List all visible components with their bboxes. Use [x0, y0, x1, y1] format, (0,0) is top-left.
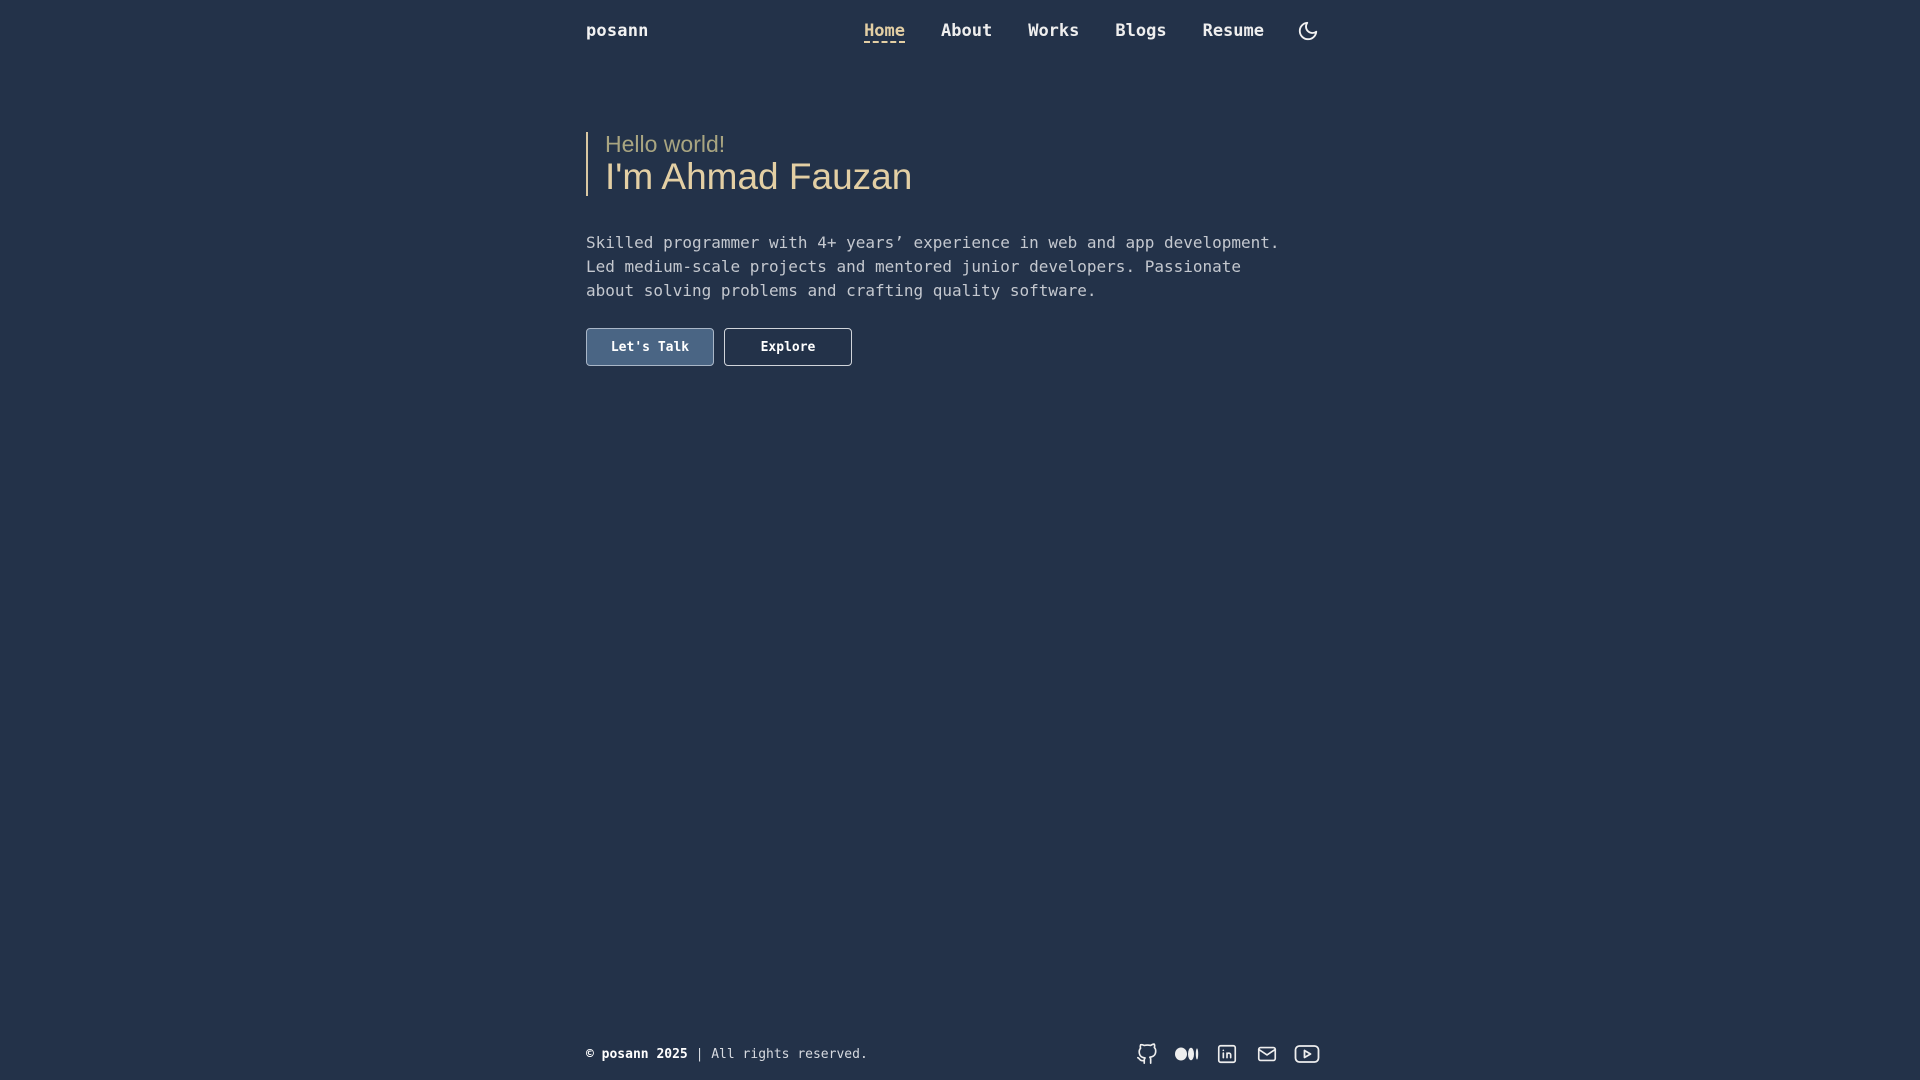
hero-intro: Skilled programmer with 4+ years’ experi…	[586, 231, 1320, 303]
copyright-brand: posann 2025	[601, 1046, 688, 1062]
nav-about[interactable]: About	[941, 21, 992, 41]
site-footer: © posann 2025 | All rights reserved.	[586, 1040, 1320, 1068]
copyright-rights: | All rights reserved.	[695, 1046, 868, 1062]
lets-talk-button[interactable]: Let's Talk	[586, 328, 714, 366]
nav-works[interactable]: Works	[1028, 21, 1079, 41]
youtube-icon[interactable]	[1294, 1041, 1320, 1067]
medium-icon[interactable]	[1174, 1041, 1200, 1067]
nav-blogs[interactable]: Blogs	[1115, 21, 1166, 41]
intro-line: Skilled programmer with 4+ years’ experi…	[586, 233, 1280, 252]
intro-line: about solving problems and crafting qual…	[586, 281, 1097, 300]
copyright-symbol: ©	[586, 1046, 594, 1062]
moon-icon[interactable]	[1296, 19, 1320, 43]
main-nav: Home About Works Blogs Resume	[864, 19, 1320, 43]
github-icon[interactable]	[1134, 1041, 1160, 1067]
nav-home[interactable]: Home	[864, 21, 905, 41]
hero-name: I'm Ahmad Fauzan	[605, 156, 913, 197]
linkedin-icon[interactable]	[1214, 1041, 1240, 1067]
site-logo[interactable]: posann	[586, 21, 649, 41]
explore-button[interactable]: Explore	[724, 328, 852, 366]
site-header: posann Home About Works Blogs Resume	[586, 0, 1320, 62]
copyright: © posann 2025 | All rights reserved.	[586, 1047, 868, 1062]
hero-buttons: Let's Talk Explore	[586, 328, 852, 366]
mail-icon[interactable]	[1254, 1041, 1280, 1067]
hero-greeting: Hello world!	[605, 131, 726, 157]
nav-resume[interactable]: Resume	[1203, 21, 1264, 41]
intro-line: Led medium-scale projects and mentored j…	[586, 257, 1242, 276]
hero-heading: Hello world! I'm Ahmad Fauzan	[586, 131, 913, 197]
page-container: posann Home About Works Blogs Resume Hel…	[586, 0, 1320, 1080]
social-links	[1120, 1041, 1320, 1067]
